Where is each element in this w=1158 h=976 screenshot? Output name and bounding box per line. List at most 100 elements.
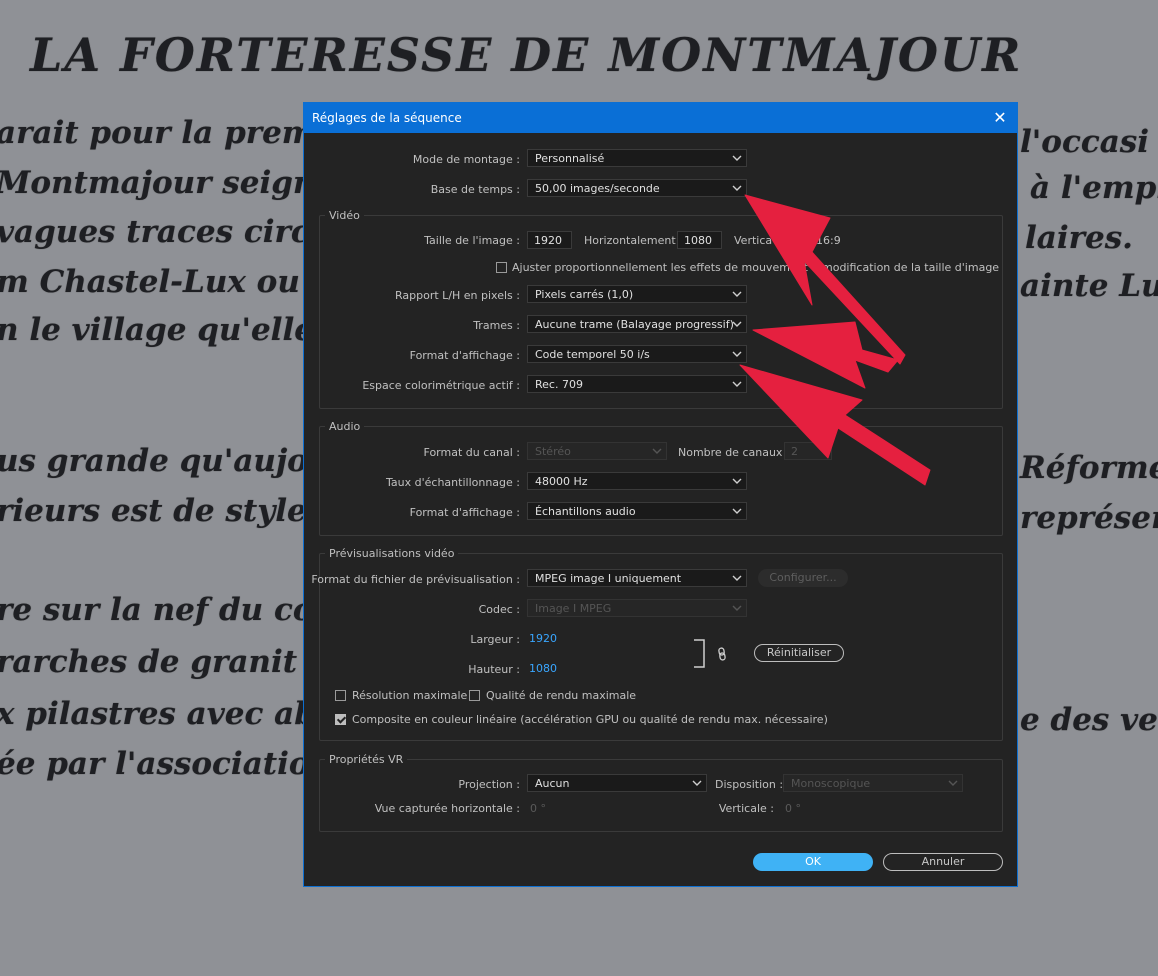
background-title: LA FORTERESSE DE MONTMAJOUR [30, 28, 1023, 82]
cancel-button[interactable]: Annuler [883, 853, 1003, 871]
preview-file-format-value: MPEG image I uniquement [535, 572, 682, 585]
fields-select[interactable]: Aucune trame (Balayage progressif) [527, 315, 747, 333]
audio-display-format-value: Échantillons audio [535, 505, 636, 518]
background-line: Réforme p [1020, 450, 1158, 486]
channel-format-value: Stéréo [535, 445, 571, 458]
video-display-format-label: Format d'affichage : [409, 349, 520, 362]
chevron-down-icon [732, 155, 742, 161]
chevron-down-icon [732, 321, 742, 327]
audio-display-format-label: Format d'affichage : [409, 506, 520, 519]
reset-button[interactable]: Réinitialiser [754, 644, 844, 662]
layout-label: Disposition : [715, 778, 784, 791]
scale-motion-checkbox[interactable] [496, 262, 507, 273]
timebase-select[interactable]: 50,00 images/seconde [527, 179, 747, 197]
chevron-down-icon [732, 381, 742, 387]
max-resolution-label: Résolution maximale [352, 689, 468, 702]
background-line: rarches de granit co [0, 644, 348, 680]
max-resolution-checkbox[interactable] [335, 690, 346, 701]
chevron-down-icon [732, 605, 742, 611]
editing-mode-value: Personnalisé [535, 152, 605, 165]
scale-motion-label: Ajuster proportionnellement les effets d… [512, 261, 822, 274]
audio-section-title: Audio [325, 420, 365, 433]
frame-width-input[interactable]: 1920 [527, 231, 572, 249]
background-line: ée par l'association [0, 746, 333, 782]
background-line: e des vei [1020, 702, 1158, 738]
linear-color-composite-checkbox[interactable] [335, 714, 346, 725]
channel-count-input[interactable]: 2 [784, 442, 832, 460]
vertical-label: Vertica [734, 234, 773, 247]
color-space-label: Espace colorimétrique actif : [362, 379, 520, 392]
max-render-quality-checkbox[interactable] [469, 690, 480, 701]
projection-label: Projection : [458, 778, 520, 791]
frame-height-input[interactable]: 1080 [677, 231, 722, 249]
color-space-select[interactable]: Rec. 709 [527, 375, 747, 393]
background-line: x pilastres avec abs [0, 696, 334, 732]
vertical-view-label: Verticale : [718, 802, 774, 815]
pixel-aspect-select[interactable]: Pixels carrés (1,0) [527, 285, 747, 303]
frame-size-label: Taille de l'image : [424, 234, 520, 247]
max-render-quality-label: Qualité de rendu maximale [486, 689, 637, 702]
background-line: rieurs est de style ra [0, 493, 354, 529]
preview-file-format-label: Format du fichier de prévisualisation : [311, 573, 520, 586]
chevron-down-icon [652, 448, 662, 454]
background-line: ainte Luc [1020, 268, 1158, 304]
horizontal-captured-view-label: Vue capturée horizontale : [374, 802, 520, 815]
dialog-titlebar: Réglages de la séquence ✕ [304, 103, 1017, 133]
background-line: us grande qu'aujour [0, 443, 347, 479]
chevron-down-icon [732, 478, 742, 484]
timebase-value: 50,00 images/seconde [535, 182, 660, 195]
dialog-title: Réglages de la séquence [312, 111, 462, 125]
video-previews-section-title: Prévisualisations vidéo [325, 547, 459, 560]
linear-color-composite-label: Composite en couleur linéaire (accélérat… [352, 713, 828, 726]
preview-file-format-select[interactable]: MPEG image I uniquement [527, 569, 747, 587]
preview-width-value[interactable]: 1920 [529, 632, 557, 645]
pixel-aspect-label: Rapport L/H en pixels : [395, 289, 520, 302]
codec-label: Codec : [478, 603, 520, 616]
channel-count-label: Nombre de canaux : [678, 446, 790, 459]
channel-format-label: Format du canal : [423, 446, 520, 459]
chevron-down-icon [732, 291, 742, 297]
horizontal-label: Horizontalement [584, 234, 676, 247]
codec-value: Image I MPEG [535, 602, 612, 615]
link-bracket-icon[interactable] [692, 639, 736, 669]
timebase-label: Base de temps : [430, 183, 520, 196]
layout-value: Monoscopique [791, 777, 871, 790]
color-space-value: Rec. 709 [535, 378, 583, 391]
sequence-settings-dialog: Réglages de la séquence ✕ Mode de montag… [303, 102, 1018, 887]
vertical-view-value[interactable]: 0 ° [785, 802, 801, 815]
horizontal-captured-view-value[interactable]: 0 ° [530, 802, 546, 815]
fields-value: Aucune trame (Balayage progressif) [535, 318, 734, 331]
background-line: re sur la nef du coté [0, 592, 348, 628]
background-line: vagues traces circu [0, 214, 333, 250]
vr-properties-section [319, 759, 1003, 832]
configure-button[interactable]: Configurer... [758, 569, 848, 587]
vr-properties-section-title: Propriétés VR [325, 753, 408, 766]
sample-rate-select[interactable]: 48000 Hz [527, 472, 747, 490]
background-line: représenta [1020, 500, 1158, 536]
preview-height-value[interactable]: 1080 [529, 662, 557, 675]
background-line: à l'empl [1030, 170, 1158, 206]
audio-display-format-select[interactable]: Échantillons audio [527, 502, 747, 520]
close-button[interactable]: ✕ [989, 107, 1011, 129]
background-line: n le village qu'elle « [0, 312, 345, 348]
editing-mode-label: Mode de montage : [412, 153, 520, 166]
background-line: l'occasi [1020, 124, 1150, 160]
channel-format-select[interactable]: Stéréo [527, 442, 667, 460]
projection-value: Aucun [535, 777, 570, 790]
editing-mode-select[interactable]: Personnalisé [527, 149, 747, 167]
layout-select[interactable]: Monoscopique [783, 774, 963, 792]
sample-rate-label: Taux d'échantillonnage : [386, 476, 520, 489]
chevron-down-icon [732, 508, 742, 514]
chevron-down-icon [948, 780, 958, 786]
codec-select[interactable]: Image I MPEG [527, 599, 747, 617]
ok-button[interactable]: OK [753, 853, 873, 871]
video-display-format-value: Code temporel 50 i/s [535, 348, 650, 361]
chevron-down-icon [732, 351, 742, 357]
video-display-format-select[interactable]: Code temporel 50 i/s [527, 345, 747, 363]
chevron-down-icon [692, 780, 702, 786]
projection-select[interactable]: Aucun [527, 774, 707, 792]
background-line: laires. [1025, 220, 1133, 256]
aspect-ratio-value: 16:9 [816, 234, 841, 247]
preview-height-label: Hauteur : [468, 663, 520, 676]
video-section-title: Vidéo [325, 209, 364, 222]
